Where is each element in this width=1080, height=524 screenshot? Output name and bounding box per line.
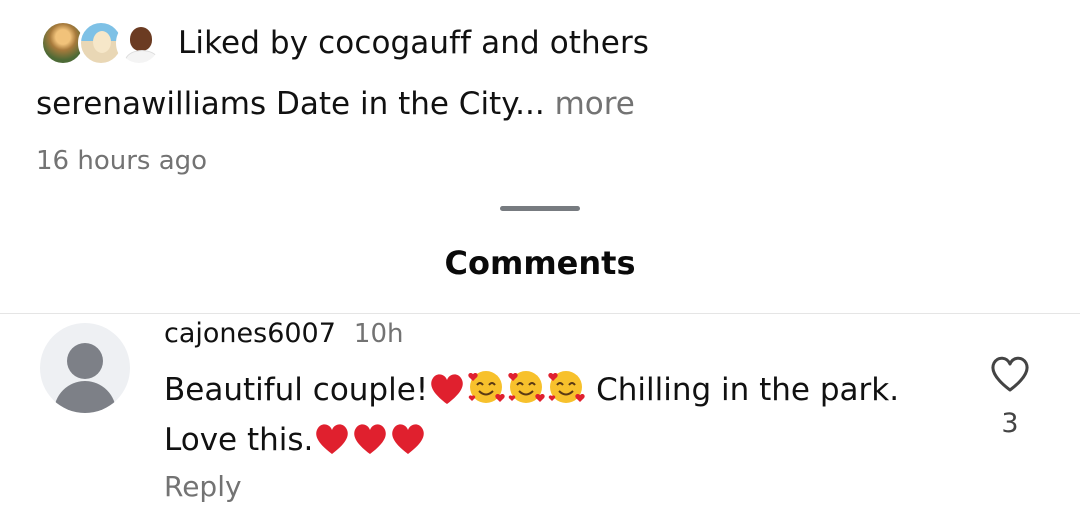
liked-by-text[interactable]: Liked by cocogauff and others <box>178 25 649 61</box>
smiling-face-with-hearts-icon <box>507 368 545 418</box>
reply-button[interactable]: Reply <box>164 470 242 503</box>
comment-header: cajones6007 10h <box>164 318 403 349</box>
caption-more-link[interactable]: more <box>555 86 635 122</box>
comment-text-part-3: Love this. <box>164 422 314 458</box>
comment-username[interactable]: cajones6007 <box>164 318 336 349</box>
liker-avatar-3 <box>116 20 162 66</box>
comment-like-count: 3 <box>1001 408 1019 439</box>
smiling-face-with-hearts-icon <box>467 368 505 418</box>
divider <box>0 313 1080 314</box>
comments-heading: Comments <box>444 244 636 282</box>
default-user-icon[interactable] <box>40 323 130 413</box>
red-heart-icon <box>429 372 465 418</box>
red-heart-icon <box>390 422 426 468</box>
post-caption: serenawilliams Date in the City... more <box>36 86 635 122</box>
caption-text: serenawilliams Date in the City... <box>36 86 545 122</box>
smiling-face-with-hearts-icon <box>547 368 585 418</box>
comment-text-part-2: Chilling in the park. <box>586 372 900 408</box>
comment-text-part-1: Beautiful couple! <box>164 372 429 408</box>
red-heart-icon <box>314 422 350 468</box>
likes-summary[interactable]: Liked by cocogauff and others <box>40 18 649 68</box>
sheet-drag-handle[interactable] <box>500 206 580 211</box>
red-heart-icon <box>352 422 388 468</box>
comment-text: Beautiful couple! Chilling in the park. L… <box>164 368 964 468</box>
heart-outline-icon[interactable] <box>988 352 1032 396</box>
comment-time: 10h <box>353 319 404 349</box>
liker-avatars <box>40 18 162 68</box>
post-timestamp: 16 hours ago <box>36 146 208 176</box>
